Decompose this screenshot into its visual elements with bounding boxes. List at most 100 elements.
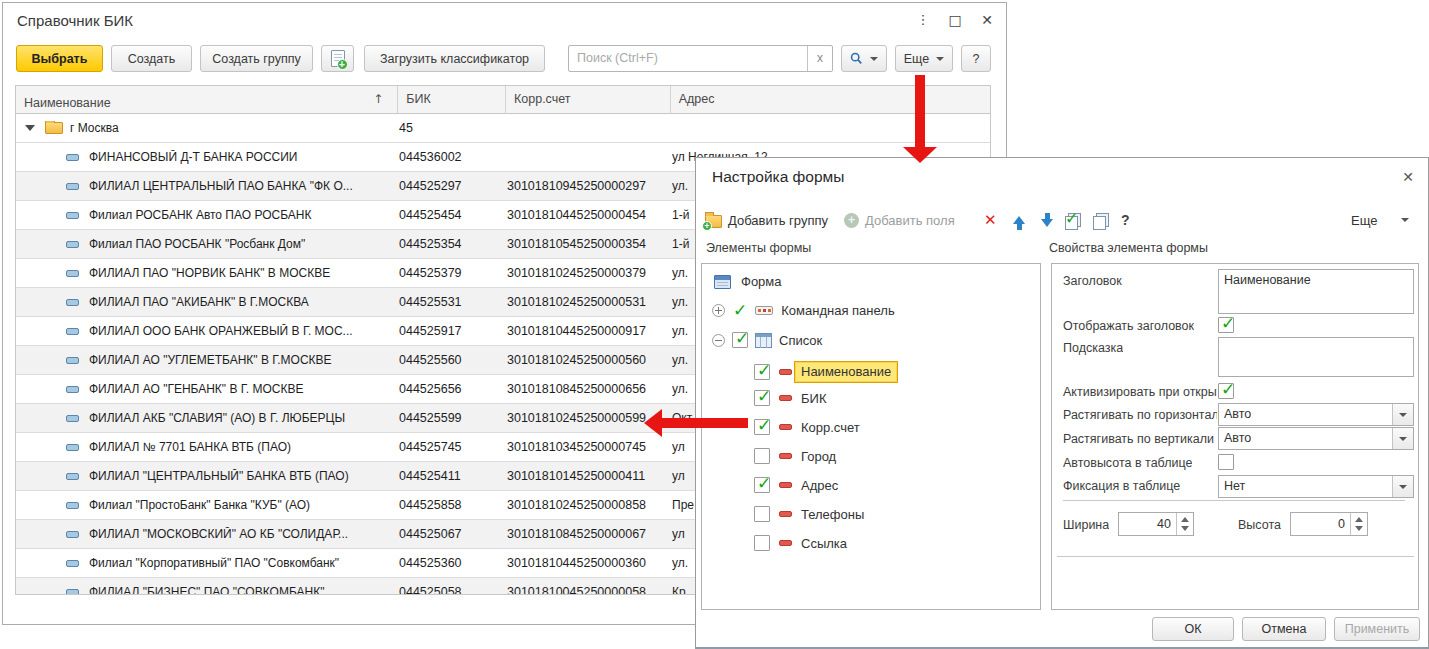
field-dash-icon (779, 424, 792, 430)
command-panel-icon (755, 306, 773, 315)
element-dash-icon (66, 183, 79, 190)
tree-item-command-panel[interactable]: ✓ Командная панель (712, 303, 895, 318)
prop-width-spinner[interactable]: 40 (1118, 512, 1194, 536)
create-element-icon-button[interactable]: + (321, 45, 354, 72)
prop-stretch-v-combo[interactable]: Авто (1218, 427, 1414, 450)
expand-plus-icon[interactable] (712, 304, 725, 317)
combo-arrow-icon[interactable] (1392, 404, 1413, 425)
delete-button[interactable]: ✕ (984, 209, 997, 231)
table-header: Наименование↑ БИК Корр.счет Адрес (16, 86, 990, 114)
tree-item-field-3[interactable]: ✓Корр.счет (754, 419, 860, 435)
search-button[interactable] (841, 45, 887, 72)
prop-title-field[interactable]: Наименование (1218, 269, 1414, 314)
checkbox-checked[interactable]: ✓ (754, 477, 770, 493)
folder-plus-icon: + (705, 215, 722, 228)
chevron-down-icon (936, 57, 944, 61)
check-all-button[interactable]: ✓ (1065, 209, 1080, 231)
prop-activate-checkbox[interactable]: ✓ (1218, 383, 1234, 399)
column-header-addr[interactable]: Адрес (671, 86, 990, 113)
list-icon (755, 333, 772, 348)
checkbox-checked[interactable]: ✓ (732, 332, 748, 348)
apply-button[interactable]: Применить (1334, 617, 1420, 641)
check-mark-icon: ✓ (733, 304, 747, 317)
help-button[interactable]: ? (961, 45, 991, 72)
tree-item-list[interactable]: ✓ Список (712, 332, 822, 348)
tree-item-field-5[interactable]: ✓Адрес (754, 477, 838, 493)
window-title: Справочник БИК (17, 12, 133, 29)
element-dash-icon (66, 154, 79, 161)
prop-hint-field[interactable] (1218, 337, 1414, 377)
field-dash-icon (779, 395, 792, 401)
checkbox-checked[interactable]: ✓ (754, 390, 770, 406)
prop-height-spinner[interactable]: 0 (1290, 512, 1368, 536)
element-dash-icon (66, 415, 79, 422)
checkbox-checked[interactable]: ✓ (754, 364, 770, 380)
prop-autoheight-label: Автовысота в таблице (1063, 456, 1192, 470)
tree-item-form[interactable]: Форма (714, 274, 782, 289)
prop-width-label: Ширина (1063, 518, 1109, 532)
column-header-bik[interactable]: БИК (398, 86, 506, 113)
spinner-buttons[interactable] (1176, 513, 1193, 535)
sort-asc-icon: ↑ (373, 92, 383, 106)
document-plus-icon: + (331, 50, 345, 67)
search-clear-button[interactable]: x (807, 46, 832, 71)
tree-item-field-6[interactable]: Телефоны (754, 506, 864, 522)
prop-show-title-checkbox[interactable]: ✓ (1218, 317, 1234, 333)
tree-item-field-7[interactable]: Ссылка (754, 535, 847, 551)
tree-item-field-1[interactable]: ✓Наименование (754, 361, 898, 383)
dialog-more-button[interactable]: Еще (1351, 209, 1409, 231)
move-down-button[interactable] (1041, 209, 1053, 231)
sheets-icon (1093, 213, 1108, 228)
element-dash-icon (66, 299, 79, 306)
spinner-buttons[interactable] (1350, 513, 1367, 535)
tree-item-field-4[interactable]: Город (754, 448, 836, 464)
prop-hint-label: Подсказка (1063, 341, 1123, 355)
separator (1063, 500, 1405, 501)
circle-plus-icon: + (844, 213, 859, 228)
element-dash-icon (66, 212, 79, 219)
more-button[interactable]: Еще (895, 45, 953, 72)
create-group-button[interactable]: Создать группу (200, 45, 313, 72)
table-group-row[interactable]: г Москва 45 (16, 114, 990, 143)
move-up-button[interactable] (1013, 209, 1025, 231)
column-header-name[interactable]: Наименование↑ (16, 86, 398, 113)
search-placeholder: Поиск (Ctrl+F) (569, 46, 807, 71)
column-header-corr[interactable]: Корр.счет (506, 86, 671, 113)
prop-stretch-h-combo[interactable]: Авто (1218, 403, 1414, 426)
search-field[interactable]: Поиск (Ctrl+F) x (568, 45, 833, 72)
prop-autoheight-checkbox[interactable] (1218, 454, 1234, 470)
combo-arrow-icon[interactable] (1392, 428, 1413, 449)
uncheck-all-button[interactable] (1093, 209, 1108, 231)
create-button[interactable]: Создать (111, 45, 192, 72)
prop-fixation-label: Фиксация в таблице (1063, 479, 1180, 493)
add-fields-button[interactable]: + Добавить поля (844, 209, 955, 231)
arrow-up-icon (1013, 216, 1025, 224)
cancel-button[interactable]: Отмена (1242, 617, 1326, 641)
element-dash-icon (66, 241, 79, 248)
separator (1057, 556, 1414, 557)
collapse-minus-icon[interactable] (712, 334, 725, 347)
maximize-icon[interactable]: □ (946, 11, 964, 29)
expand-triangle-icon[interactable] (25, 125, 35, 131)
add-group-button[interactable]: + Добавить группу (705, 209, 828, 231)
window-menu-icon[interactable]: ⋮ (914, 11, 932, 29)
select-button[interactable]: Выбрать (16, 45, 103, 72)
field-dash-icon (779, 540, 792, 546)
prop-title-label: Заголовок (1063, 274, 1122, 288)
checkbox-checked[interactable]: ✓ (754, 419, 770, 435)
combo-arrow-icon[interactable] (1392, 476, 1413, 497)
prop-activate-label: Активизировать при открытии (1063, 385, 1217, 399)
checkbox-unchecked[interactable] (754, 506, 770, 522)
prop-fixation-combo[interactable]: Нет (1218, 475, 1414, 498)
arrow-down-icon (1041, 219, 1053, 227)
load-classifier-button[interactable]: Загрузить классификатор (364, 45, 545, 72)
ok-button[interactable]: ОК (1152, 617, 1234, 641)
checkbox-unchecked[interactable] (754, 535, 770, 551)
field-dash-icon (779, 369, 792, 375)
dialog-close-icon[interactable]: ✕ (1402, 169, 1414, 185)
tree-item-field-2[interactable]: ✓БИК (754, 390, 826, 406)
element-dash-icon (66, 502, 79, 509)
checkbox-unchecked[interactable] (754, 448, 770, 464)
dialog-help-button[interactable]: ? (1121, 209, 1130, 231)
close-icon[interactable]: ✕ (978, 11, 996, 29)
